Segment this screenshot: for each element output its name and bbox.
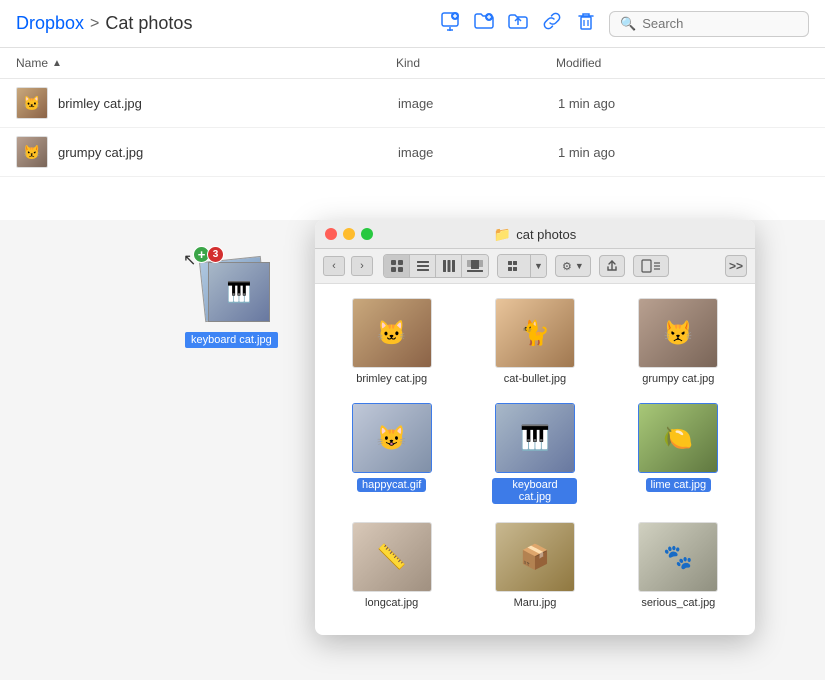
finder-list-view-button[interactable] <box>410 255 436 277</box>
finder-share-button[interactable] <box>599 255 625 277</box>
finder-toolbar: ‹ › ▼ ⚙ ▼ <box>315 249 755 284</box>
finder-item-thumbnail: 🐈 <box>495 298 575 368</box>
finder-arrange-button[interactable]: ▼ <box>497 254 547 278</box>
file-kind: image <box>398 96 558 111</box>
finder-item-label: serious_cat.jpg <box>641 597 715 609</box>
finder-item-thumbnail: 📏 <box>352 522 432 592</box>
finder-action-arrow-icon: ▼ <box>575 261 584 271</box>
drag-count-badge: 3 <box>207 246 224 263</box>
finder-content: 🐱 brimley cat.jpg 🐈 cat-bullet.jpg 😾 gru… <box>315 284 755 611</box>
finder-item-label: grumpy cat.jpg <box>642 373 714 385</box>
brimley-thumb: 🐱 <box>16 87 48 119</box>
finder-item-label: lime cat.jpg <box>646 478 712 492</box>
list-item[interactable]: 📦 Maru.jpg <box>468 518 601 611</box>
traffic-lights <box>325 228 373 240</box>
file-name: brimley cat.jpg <box>58 96 398 111</box>
finder-titlebar: 📁 cat photos <box>315 220 755 249</box>
list-item[interactable]: 🐾 serious_cat.jpg <box>612 518 745 611</box>
maximize-button[interactable] <box>361 228 373 240</box>
finder-back-button[interactable]: ‹ <box>323 256 345 276</box>
column-name[interactable]: Name ▲ <box>16 56 396 70</box>
column-kind[interactable]: Kind <box>396 56 556 70</box>
list-item[interactable]: 📏 longcat.jpg <box>325 518 458 611</box>
search-box[interactable]: 🔍 <box>609 11 809 37</box>
header: Dropbox > Cat photos <box>0 0 825 48</box>
finder-item-label: keyboard cat.jpg <box>492 478 577 504</box>
finder-action-button[interactable]: ⚙ ▼ <box>555 255 591 277</box>
minimize-button[interactable] <box>343 228 355 240</box>
file-list-header: Name ▲ Kind Modified <box>0 48 825 79</box>
longcat-thumbnail: 📏 <box>353 523 431 591</box>
finder-item-label: cat-bullet.jpg <box>504 373 566 385</box>
file-thumbnail: 😾 <box>16 136 48 168</box>
list-item[interactable]: 😺 happycat.gif <box>325 399 458 508</box>
brimley-thumbnail: 🐱 <box>353 299 431 367</box>
breadcrumb-dropbox-link[interactable]: Dropbox <box>16 13 84 34</box>
finder-item-thumbnail: 🐱 <box>352 298 432 368</box>
maru-thumbnail: 📦 <box>496 523 574 591</box>
finder-arrange-dropdown-icon[interactable]: ▼ <box>530 255 546 277</box>
toolbar-icons <box>439 10 597 37</box>
finder-forward-button[interactable]: › <box>351 256 373 276</box>
folder-upload-icon[interactable] <box>507 10 529 37</box>
finder-icon-view-button[interactable] <box>384 255 410 277</box>
drag-thumb-front: 🎹 <box>208 262 270 322</box>
bullet-thumbnail: 🐈 <box>496 299 574 367</box>
finder-more-icon: >> <box>729 259 743 273</box>
search-icon: 🔍 <box>620 16 636 32</box>
grumpy-thumbnail: 😾 <box>639 299 717 367</box>
finder-folder-icon: 📁 <box>494 226 511 243</box>
delete-icon[interactable] <box>575 10 597 37</box>
breadcrumb: Dropbox > Cat photos <box>16 13 439 34</box>
link-icon[interactable] <box>541 10 563 37</box>
file-thumbnail: 🐱 <box>16 87 48 119</box>
file-modified: 1 min ago <box>558 96 615 111</box>
table-row[interactable]: 😾 grumpy cat.jpg image 1 min ago <box>0 128 825 177</box>
search-input[interactable] <box>642 16 798 31</box>
list-item[interactable]: 😾 grumpy cat.jpg <box>612 294 745 389</box>
finder-item-label: longcat.jpg <box>365 597 418 609</box>
finder-item-label: happycat.gif <box>357 478 426 492</box>
breadcrumb-separator: > <box>90 15 99 33</box>
finder-item-thumbnail: 😾 <box>638 298 718 368</box>
sort-arrow-icon: ▲ <box>52 58 62 69</box>
finder-window: 📁 cat photos ‹ › <box>315 220 755 635</box>
finder-view-buttons <box>383 254 489 278</box>
finder-title: 📁 cat photos <box>494 226 576 243</box>
finder-item-thumbnail: 🍋 <box>638 403 718 473</box>
drag-file-label: keyboard cat.jpg <box>185 332 278 348</box>
breadcrumb-current-folder: Cat photos <box>105 13 192 34</box>
finder-item-label: Maru.jpg <box>514 597 557 609</box>
file-kind: image <box>398 145 558 160</box>
happycat-thumbnail: 😺 <box>353 404 431 472</box>
finder-item-thumbnail: 😺 <box>352 403 432 473</box>
finder-item-thumbnail: 📦 <box>495 522 575 592</box>
file-modified: 1 min ago <box>558 145 615 160</box>
finder-item-label: brimley cat.jpg <box>356 373 427 385</box>
table-row[interactable]: 🐱 brimley cat.jpg image 1 min ago <box>0 79 825 128</box>
keyboard-thumbnail: 🎹 <box>496 404 574 472</box>
new-folder-icon[interactable] <box>473 10 495 37</box>
list-item[interactable]: 🍋 lime cat.jpg <box>612 399 745 508</box>
serious-thumbnail: 🐾 <box>639 523 717 591</box>
list-item[interactable]: 🎹 keyboard cat.jpg <box>468 399 601 508</box>
close-button[interactable] <box>325 228 337 240</box>
finder-more-button[interactable]: >> <box>725 255 747 277</box>
finder-item-thumbnail: 🎹 <box>495 403 575 473</box>
finder-cover-view-button[interactable] <box>462 255 488 277</box>
column-modified[interactable]: Modified <box>556 56 601 70</box>
finder-item-thumbnail: 🐾 <box>638 522 718 592</box>
finder-expand-button[interactable] <box>633 255 669 277</box>
list-item[interactable]: 🐱 brimley cat.jpg <box>325 294 458 389</box>
finder-column-view-button[interactable] <box>436 255 462 277</box>
list-item[interactable]: 🐈 cat-bullet.jpg <box>468 294 601 389</box>
finder-arrange-icon <box>498 255 530 277</box>
finder-gear-icon: ⚙ <box>562 260 572 273</box>
lime-thumbnail: 🍋 <box>639 404 717 472</box>
drag-file-stack: 🎹 <box>208 262 272 326</box>
dropbox-panel: Dropbox > Cat photos <box>0 0 825 220</box>
add-to-dropbox-icon[interactable] <box>439 10 461 37</box>
file-name: grumpy cat.jpg <box>58 145 398 160</box>
grumpy-thumb: 😾 <box>16 136 48 168</box>
